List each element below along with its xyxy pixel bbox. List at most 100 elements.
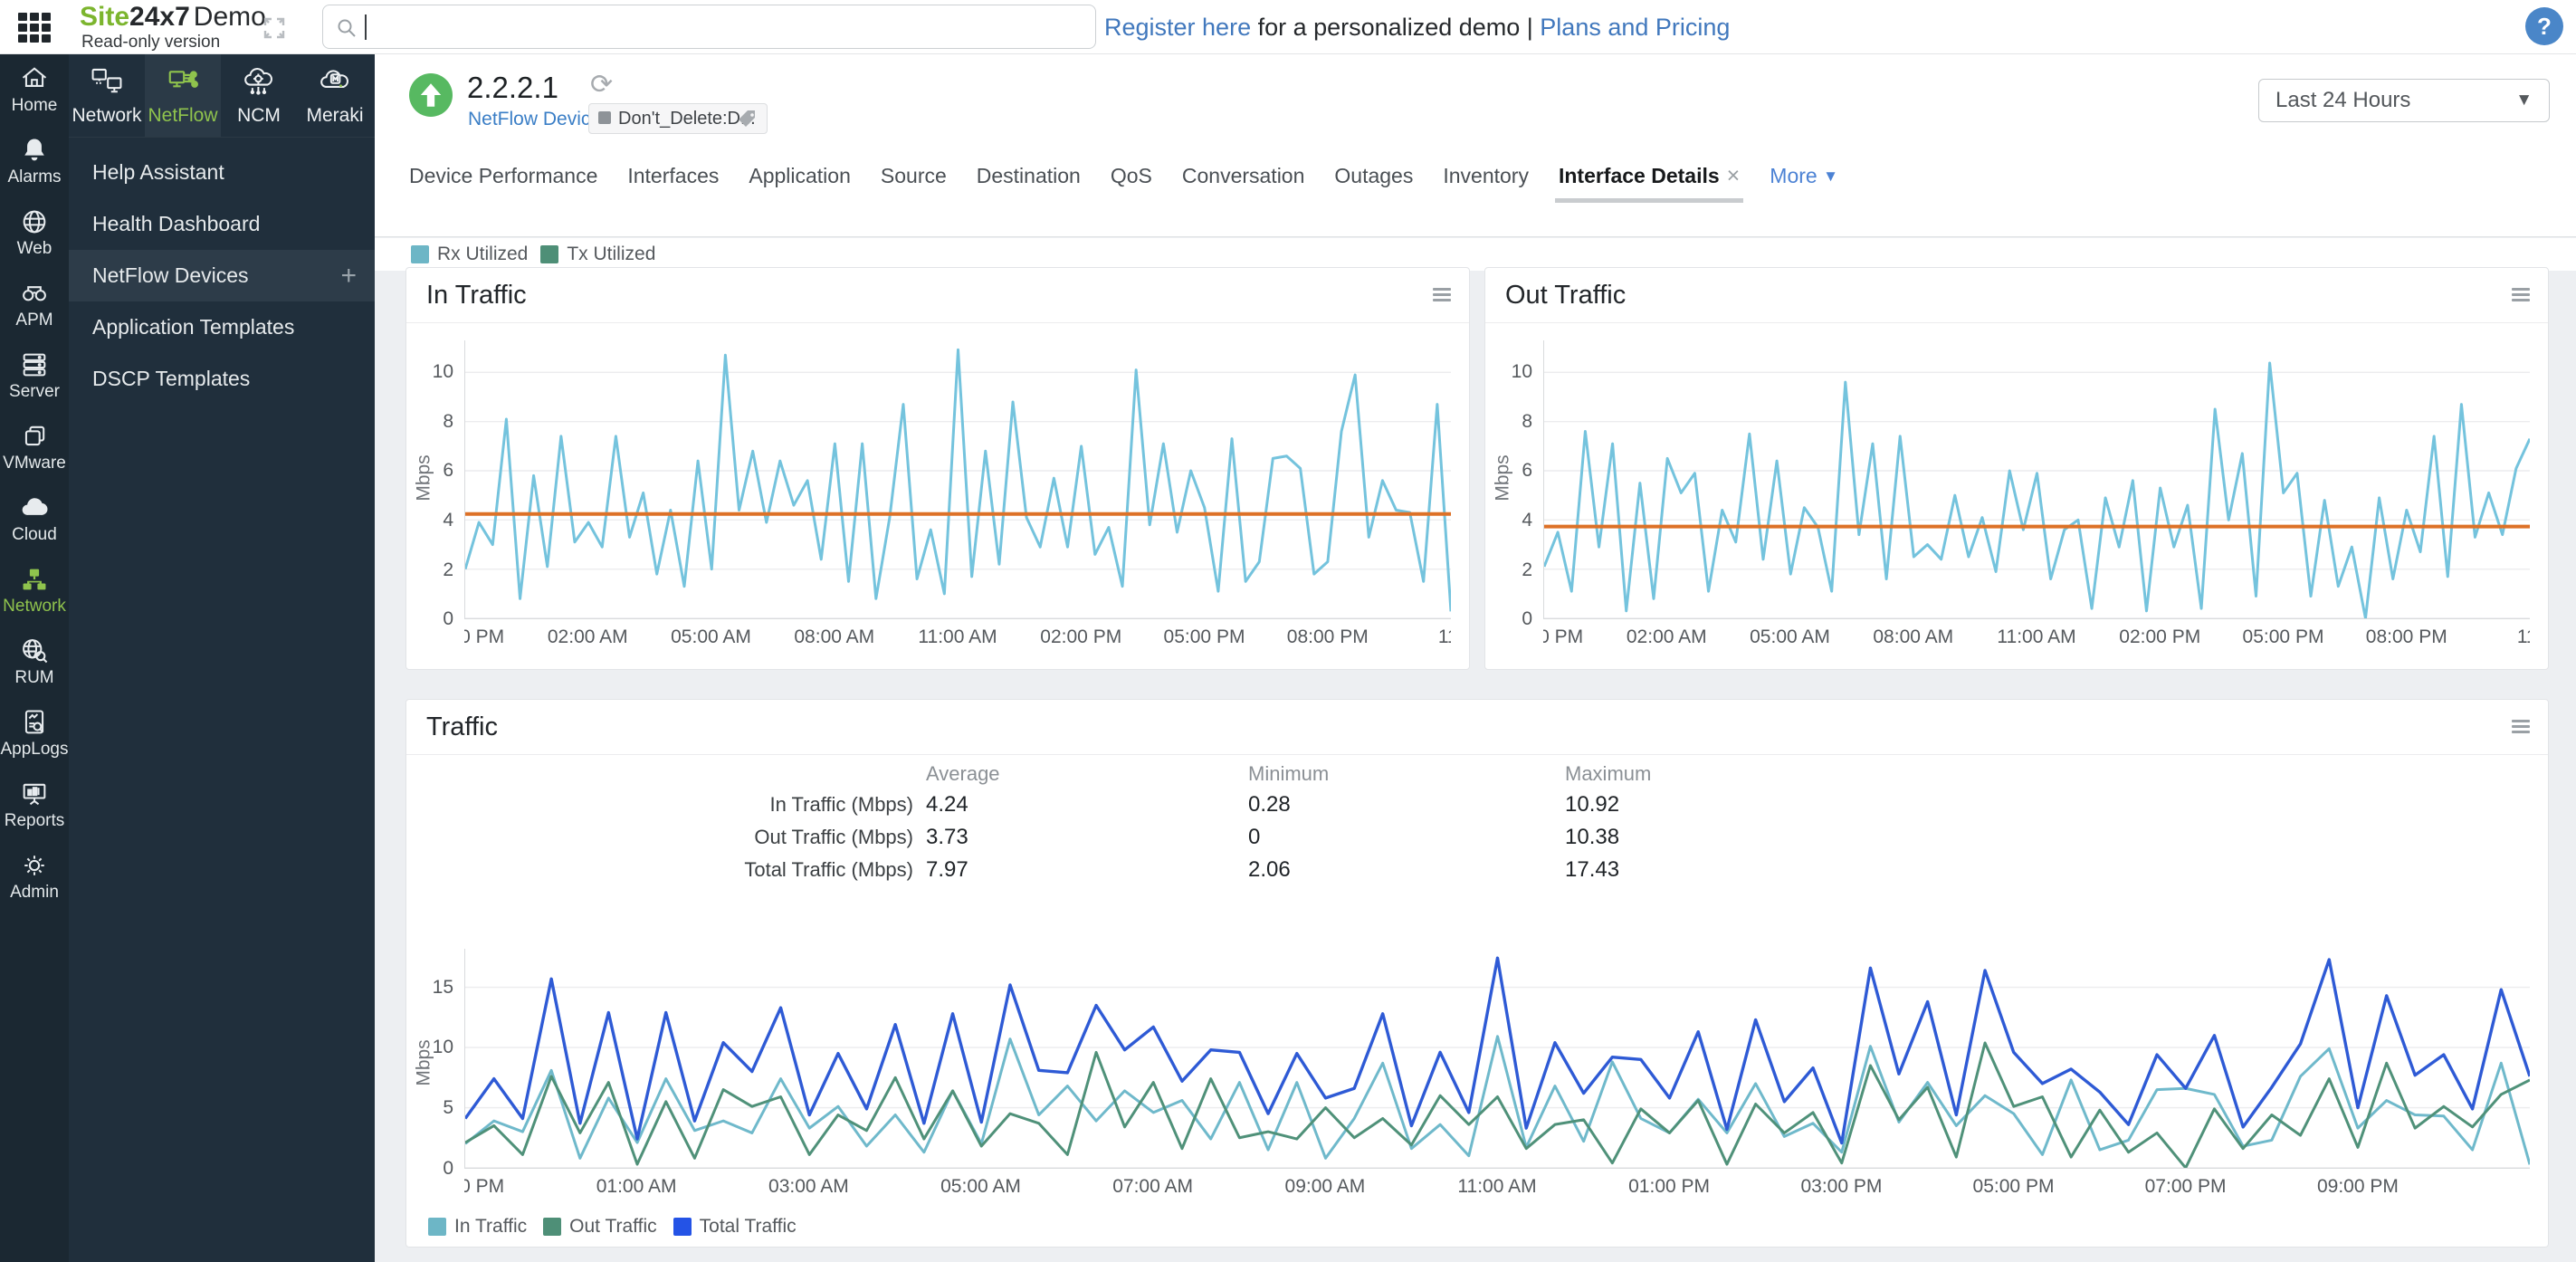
tab-conversation[interactable]: Conversation [1182,156,1305,201]
more-tabs-dropdown[interactable]: More ▼ [1770,156,1838,201]
subnav-item-help-assistant[interactable]: Help Assistant [69,147,375,198]
global-search-input[interactable] [322,5,1096,49]
sidebar-item-apm[interactable]: APM [0,269,69,340]
globe-search-icon [0,636,69,666]
sidebar-item-applogs[interactable]: AppLogs [0,698,69,770]
device-header: 2.2.2.1 ⟳ NetFlow Device Don't_Delete:D.… [375,54,2576,237]
traffic-card: Traffic Average Minimum Maximum In Traff… [405,699,2549,1248]
home-icon [0,63,69,94]
legend-in-traffic[interactable]: In Traffic [428,1216,527,1238]
subnav-item-application-templates[interactable]: Application Templates [69,301,375,353]
chart-menu-icon[interactable] [1433,288,1451,302]
time-range-select[interactable]: Last 24 Hours ▼ [2258,79,2550,122]
network-icon [0,564,69,595]
page-title: 2.2.2.1 [467,71,558,105]
fullscreen-icon[interactable] [261,14,288,42]
refresh-icon[interactable]: ⟳ [590,69,613,100]
sidebar-item-reports[interactable]: Reports [0,770,69,841]
legend-rx-utilized[interactable]: Rx Utilized [411,244,528,265]
netflow-icon [166,86,200,101]
divider [406,754,2548,755]
tag-color-square [598,111,611,124]
tab-qos[interactable]: QoS [1111,156,1152,201]
total-color-chip [673,1218,692,1236]
layers-icon [0,421,69,452]
divider [1485,322,2548,323]
card-title: Traffic [426,712,498,742]
add-device-icon[interactable]: + [340,250,357,301]
tx-color-chip [540,245,558,263]
help-button[interactable]: ? [2525,7,2563,45]
sidebar-item-server[interactable]: Server [0,340,69,412]
traffic-chart: Mbps 051015 11:00 PM01:00 AM03:00 AM05:0… [406,949,2550,1207]
close-tab-icon[interactable]: × [1727,163,1741,188]
subnav-item-netflow-devices[interactable]: NetFlow Devices+ [69,250,375,301]
subnav-list: Help Assistant Health Dashboard NetFlow … [69,147,375,405]
device-type-link[interactable]: NetFlow Device [468,109,601,130]
search-icon [336,17,358,39]
chart-menu-icon[interactable] [2512,720,2530,734]
globe-icon [0,206,69,237]
chevron-down-icon: ▼ [2515,80,2533,121]
module-tab-ncm[interactable]: NCM [221,54,297,137]
gear-icon [0,850,69,881]
out-traffic-card: Out Traffic Mbps 0246810 11:00 PM02:00 A… [1484,267,2549,670]
module-tab-meraki[interactable]: Meraki [297,54,373,137]
site24x7-logo: Site24x7Demo [80,4,266,31]
primary-sidebar: Home Alarms Web APM Server VMware Cloud … [0,54,69,1262]
tab-destination[interactable]: Destination [977,156,1081,201]
register-here-link[interactable]: Register here [1104,14,1251,41]
in-traffic-chart: Mbps 0246810 11:00 PM02:00 AM05:00 AM08:… [406,340,1471,657]
tab-outages[interactable]: Outages [1334,156,1413,201]
app-grid-icon[interactable] [18,13,54,43]
legend-tx-utilized[interactable]: Tx Utilized [540,244,655,265]
card-title: In Traffic [426,281,527,311]
sidebar-item-vmware[interactable]: VMware [0,412,69,483]
sidebar-item-cloud[interactable]: Cloud [0,483,69,555]
legend-total-traffic[interactable]: Total Traffic [673,1216,797,1238]
plans-pricing-link[interactable]: Plans and Pricing [1540,14,1730,41]
rx-color-chip [411,245,429,263]
netflow-subnav: Network NetFlow NCM Meraki Help Assistan… [69,54,375,1262]
table-header-row: Average Minimum Maximum [426,760,1693,789]
chart-menu-icon[interactable] [2512,288,2530,302]
monitors-icon [90,86,124,101]
module-tab-netflow[interactable]: NetFlow [145,54,221,137]
y-axis-ticks: 051015 [426,949,459,1207]
traffic-legend: In Traffic Out Traffic Total Traffic [428,1216,797,1238]
sidebar-item-network[interactable]: Network [0,555,69,626]
traffic-stats-table: Average Minimum Maximum In Traffic (Mbps… [426,760,1693,886]
text-caret [365,14,367,40]
subnav-item-health-dashboard[interactable]: Health Dashboard [69,198,375,250]
in-traffic-card: In Traffic Mbps 0246810 11:00 PM02:00 AM… [405,267,1470,670]
in-color-chip [428,1218,446,1236]
log-search-icon [0,707,69,738]
y-axis-ticks: 0246810 [426,340,459,657]
sidebar-item-web[interactable]: Web [0,197,69,269]
tab-interface-details[interactable]: Interface Details× [1559,156,1740,201]
sidebar-item-rum[interactable]: RUM [0,626,69,698]
out-color-chip [543,1218,561,1236]
plot-area [1543,340,2530,619]
sidebar-item-admin[interactable]: Admin [0,841,69,913]
module-tabs: Network NetFlow NCM Meraki [69,54,375,138]
sidebar-item-home[interactable]: Home [0,54,69,126]
x-axis-ticks: 11:00 PM02:00 AM05:00 AM08:00 AM11:00 AM… [464,626,1451,652]
tab-inventory[interactable]: Inventory [1443,156,1529,201]
tab-application[interactable]: Application [749,156,851,201]
legend-out-traffic[interactable]: Out Traffic [543,1216,656,1238]
tag-icon[interactable] [735,107,760,137]
sidebar-item-alarms[interactable]: Alarms [0,126,69,197]
presentation-icon [0,779,69,809]
x-axis-ticks: 11:00 PM01:00 AM03:00 AM05:00 AM07:00 AM… [464,1176,2530,1201]
subnav-item-dscp-templates[interactable]: DSCP Templates [69,353,375,405]
module-tab-network[interactable]: Network [69,54,145,137]
tab-interfaces[interactable]: Interfaces [627,156,719,201]
bell-icon [0,135,69,166]
tab-device-performance[interactable]: Device Performance [409,156,597,201]
card-title: Out Traffic [1505,281,1626,311]
tab-source[interactable]: Source [881,156,947,201]
y-axis-ticks: 0246810 [1505,340,1538,657]
status-up-icon [409,73,453,117]
utilization-legend: Rx Utilized Tx Utilized [375,238,2576,271]
